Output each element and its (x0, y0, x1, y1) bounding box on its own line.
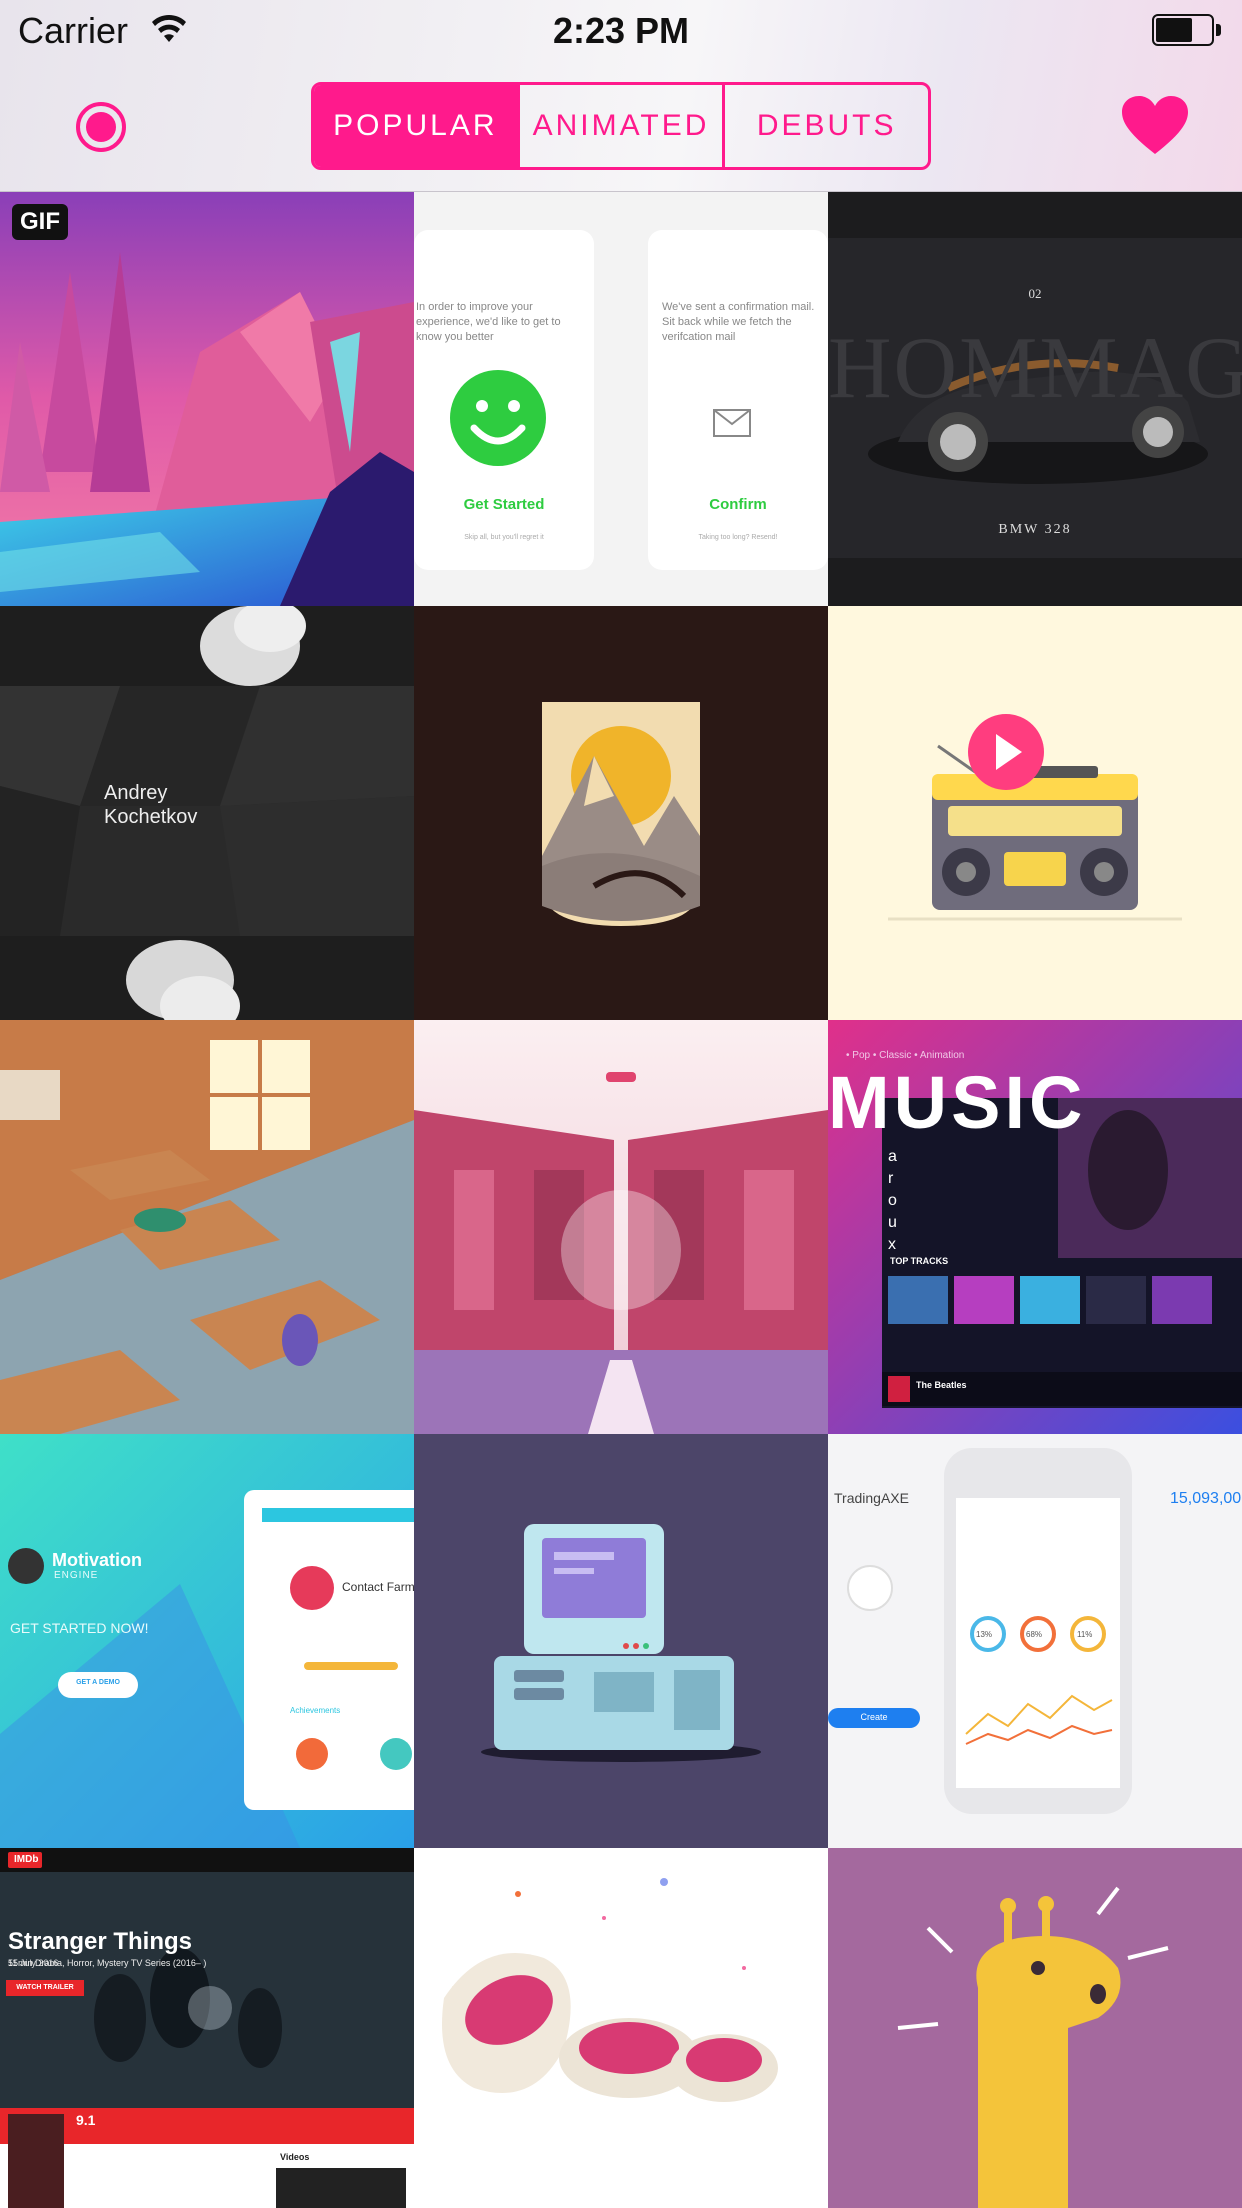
music-title: MUSIC (828, 1061, 1087, 1144)
motivation-cta: GET STARTED NOW! (10, 1620, 149, 1636)
shots-grid: GIF In order to improve your experience,… (0, 192, 1242, 2208)
onboarding-left-text: In order to improve your experience, we'… (416, 301, 561, 343)
onboarding-right-subtext: Taking too long? Resend! (698, 534, 778, 541)
shot-trading[interactable]: TradingAXE 15,093,00 Create 13% 68% 11% (828, 1434, 1242, 1848)
motivation-brand: Motivation (52, 1550, 142, 1570)
shot-motivation-engine[interactable]: Motivation ENGINE GET STARTED NOW! GET A… (0, 1434, 414, 1848)
battery-icon (1152, 14, 1222, 46)
shot-landscape-gif[interactable]: GIF (0, 192, 414, 606)
portfolio-name-last: Kochetkov (104, 806, 198, 828)
now-playing-label: The Beatles (916, 1380, 967, 1390)
create-button: Create (860, 1712, 888, 1722)
tab-debuts[interactable]: DEBUTS (722, 85, 928, 167)
shot-giraffe[interactable] (828, 1848, 1242, 2208)
trading-stat-2: 68% (1026, 1630, 1043, 1639)
trading-stat-1: 13% (976, 1630, 993, 1639)
navigation-bar: Carrier 2:23 PM POPULAR ANIMATED DEBUTS (0, 0, 1242, 192)
record-icon[interactable] (76, 102, 126, 152)
shot-music[interactable]: • Pop • Classic • Animation MUSIC aroux … (828, 1020, 1242, 1434)
shot-car[interactable]: HOMMAGE 02 BMW 328 (828, 192, 1242, 606)
shot-dribbble-eggs[interactable] (414, 1848, 828, 2208)
imdb-logo: IMDb (14, 1854, 39, 1865)
shot-2000-gate[interactable] (414, 1020, 828, 1434)
car-number: 02 (1028, 286, 1042, 301)
onboarding-right-text: We've sent a confirmation mail. Sit back… (662, 301, 815, 343)
status-bar: Carrier 2:23 PM (0, 0, 1242, 60)
shot-onboarding[interactable]: In order to improve your experience, we'… (414, 192, 828, 606)
trading-balance: 15,093,00 (1170, 1490, 1242, 1507)
trading-stat-3: 11% (1077, 1630, 1093, 1639)
music-artist: aroux (888, 1148, 897, 1253)
achievements-label: Achievements (290, 1706, 341, 1715)
imdb-title: Stranger Things (8, 1928, 193, 1955)
motivation-subbrand: ENGINE (54, 1570, 99, 1581)
shot-mountain-badge[interactable] (414, 606, 828, 1020)
watch-trailer-button: WATCH TRAILER (16, 1984, 74, 1991)
category-segmented-control: POPULAR ANIMATED DEBUTS (311, 82, 931, 170)
car-model: BMW 328 (998, 522, 1072, 537)
shot-retro-computer[interactable] (414, 1434, 828, 1848)
imdb-rating: 9.1 (76, 2112, 96, 2128)
get-started-label: Get Started (463, 496, 545, 513)
tab-popular[interactable]: POPULAR (314, 85, 517, 167)
shot-classroom[interactable] (0, 1020, 414, 1434)
heart-icon[interactable] (1122, 96, 1188, 156)
shot-portfolio[interactable]: Andrey Kochetkov (0, 606, 414, 1020)
shot-radio[interactable] (828, 606, 1242, 1020)
trading-brand: TradingAXE (834, 1490, 909, 1506)
onboarding-left-subtext: Skip all, but you'll regret it (464, 534, 544, 541)
tab-animated[interactable]: ANIMATED (516, 85, 723, 167)
get-a-demo-button: GET A DEMO (76, 1679, 120, 1686)
clock: 2:23 PM (552, 10, 690, 51)
confirm-label: Confirm (709, 496, 767, 513)
shot-imdb-stranger-things[interactable]: IMDb 11 July 2016 Stranger Things 55min … (0, 1848, 414, 2208)
contact-farm-label: Contact Farm (342, 1580, 414, 1594)
car-background-word: HOMMAGE (828, 320, 1242, 417)
gif-badge: GIF (12, 204, 68, 240)
videos-label: Videos (280, 2152, 310, 2162)
top-tracks-label: TOP TRACKS (890, 1256, 949, 1266)
portfolio-name-first: Andrey (104, 782, 168, 804)
imdb-meta: 55min Drama, Horror, Mystery TV Series (… (8, 1958, 207, 1968)
